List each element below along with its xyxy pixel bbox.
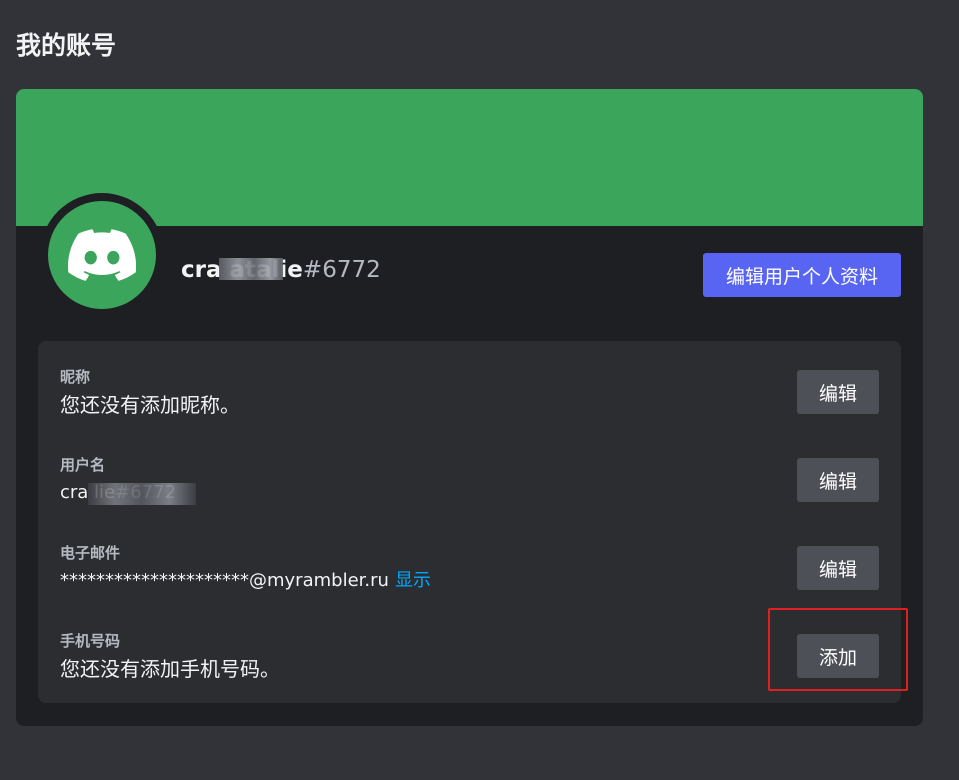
page-title: 我的账号 xyxy=(16,31,117,60)
add-phone-button[interactable]: 添加 xyxy=(797,634,879,678)
field-email: 电子邮件 *********************@myrambler.ru 显… xyxy=(60,543,880,603)
nickname-label: 昵称 xyxy=(60,368,91,386)
field-phone: 手机号码 您还没有添加手机号码。 添加 xyxy=(60,631,880,691)
phone-value: 您还没有添加手机号码。 xyxy=(60,657,280,681)
user-tag: cra atalie#6772 xyxy=(181,254,381,286)
email-value-row: *********************@myrambler.ru 显示 xyxy=(60,567,431,595)
avatar-ring xyxy=(40,193,164,317)
edit-nickname-button[interactable]: 编辑 xyxy=(797,370,879,414)
account-info-box: 昵称 您还没有添加昵称。 编辑 用户名 cra lie#6772 编辑 电子邮件… xyxy=(38,341,901,703)
phone-label: 手机号码 xyxy=(60,632,121,650)
avatar[interactable] xyxy=(48,201,156,309)
redaction-blur xyxy=(219,258,283,280)
username-value-row: cra lie#6772 xyxy=(60,479,196,507)
redaction-blur xyxy=(88,483,196,505)
edit-profile-button[interactable]: 编辑用户个人资料 xyxy=(703,253,901,297)
profile-discriminator: #6772 xyxy=(302,257,381,283)
discord-logo-icon xyxy=(68,229,136,281)
account-card: cra atalie#6772 编辑用户个人资料 昵称 您还没有添加昵称。 编辑… xyxy=(16,89,923,726)
profile-banner xyxy=(16,89,923,226)
edit-email-button[interactable]: 编辑 xyxy=(797,546,879,590)
edit-username-button[interactable]: 编辑 xyxy=(797,458,879,502)
field-nickname: 昵称 您还没有添加昵称。 编辑 xyxy=(60,367,880,427)
username-label: 用户名 xyxy=(60,456,106,474)
field-username: 用户名 cra lie#6772 编辑 xyxy=(60,455,880,515)
email-label: 电子邮件 xyxy=(60,544,121,562)
email-value: *********************@myrambler.ru xyxy=(60,570,389,591)
nickname-value: 您还没有添加昵称。 xyxy=(60,393,240,417)
reveal-email-link[interactable]: 显示 xyxy=(395,570,431,591)
